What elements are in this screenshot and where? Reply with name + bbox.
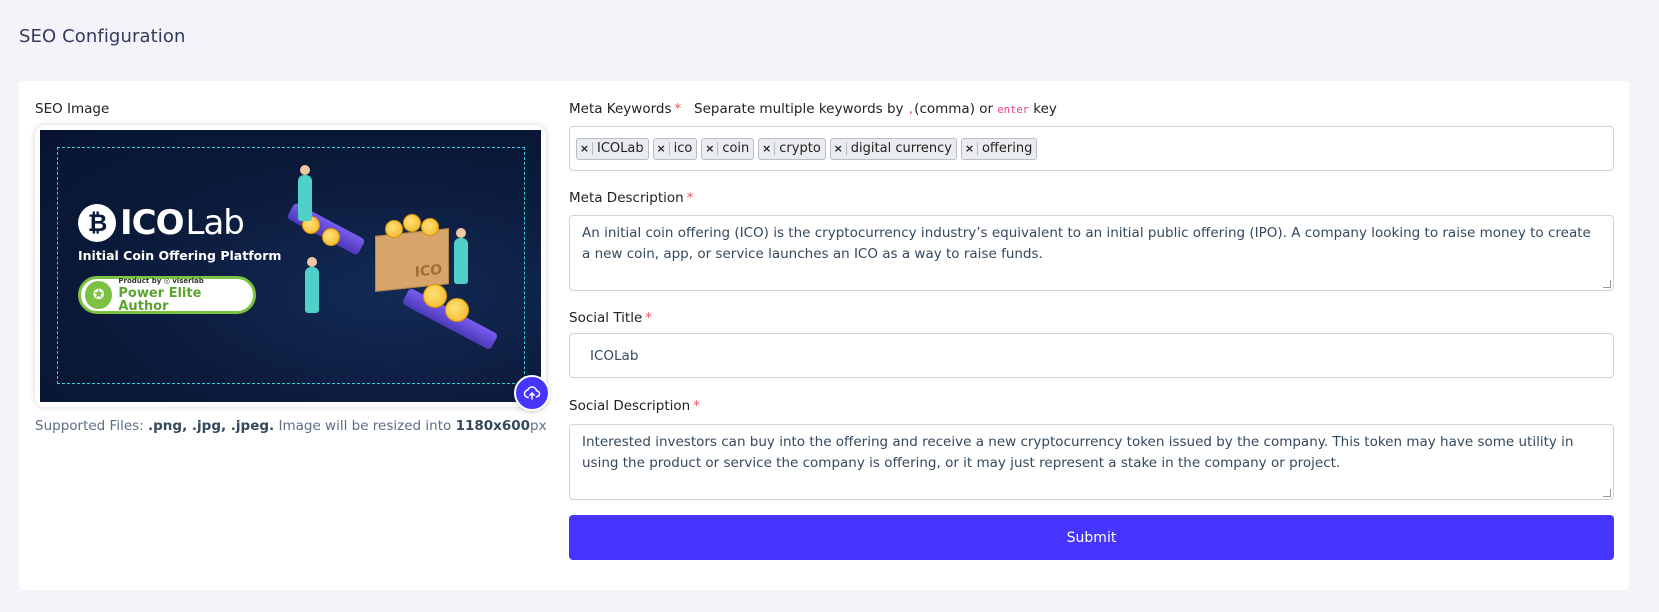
supported-files-hint: Supported Files: .png, .jpg, .jpeg. Imag… [35, 418, 547, 434]
keyword-tag: × offering [960, 137, 1038, 160]
seo-image-banner: ₿ ICO Lab Initial Coin Offering Platform … [40, 130, 541, 402]
close-icon[interactable]: × [577, 142, 593, 155]
meta-keywords-label: Meta Keywords * [569, 101, 682, 117]
page-title: SEO Configuration [19, 26, 186, 47]
banner-subtitle: Initial Coin Offering Platform [78, 248, 282, 263]
keyword-tag-label: ICOLab [597, 141, 644, 156]
bitcoin-icon: ₿ [78, 204, 116, 242]
seo-image-preview: ₿ ICO Lab Initial Coin Offering Platform … [35, 125, 546, 407]
person-illustration [305, 257, 319, 313]
cloud-upload-icon[interactable] [514, 375, 550, 411]
resize-handle[interactable] [1603, 280, 1611, 288]
meta-description-label: Meta Description * [569, 190, 694, 206]
gold-coin-icon [445, 298, 469, 322]
keyword-tag: × ICOLab [576, 137, 649, 160]
keyword-tag-label: ico [673, 141, 693, 156]
close-icon[interactable]: × [759, 142, 776, 155]
keyword-tag-label: digital currency [850, 141, 952, 156]
close-icon[interactable]: × [654, 142, 670, 155]
coin-box-illustration: ICO [375, 228, 449, 292]
person-illustration [298, 165, 312, 221]
gold-coin-icon [385, 220, 403, 238]
close-icon[interactable]: × [831, 142, 847, 155]
keyword-tag: × coin [701, 137, 755, 160]
logo-suffix: Lab [185, 203, 245, 243]
keyword-tag-label: crypto [779, 141, 821, 156]
social-description-textarea[interactable]: Interested investors can buy into the of… [569, 424, 1614, 500]
meta-description-textarea[interactable]: An initial coin offering (ICO) is the cr… [569, 215, 1614, 291]
person-illustration [454, 228, 468, 284]
gold-coin-icon [322, 228, 340, 246]
gold-coin-icon [423, 284, 447, 308]
badge-big-text: Power Elite Author [118, 285, 202, 314]
close-icon[interactable]: × [962, 142, 978, 155]
badge-small-text: Product by ◎ viserlab [118, 276, 204, 285]
social-title-input[interactable]: ICOLab [569, 333, 1614, 378]
gold-coin-icon [403, 214, 421, 232]
close-icon[interactable]: × [702, 142, 719, 155]
elite-author-badge: ✪ Product by ◎ viserlab Power Elite Auth… [78, 276, 256, 314]
resize-handle[interactable] [1603, 489, 1611, 497]
social-title-label: Social Title * [569, 310, 652, 326]
keyword-tag-label: coin [722, 141, 750, 156]
seal-icon: ✪ [85, 281, 113, 309]
keyword-tag-label: offering [981, 141, 1033, 156]
keyword-tag: × digital currency [829, 137, 957, 160]
gold-coin-icon [421, 218, 439, 236]
meta-keywords-input[interactable]: × ICOLab × ico × coin × crypto × digital currency… [569, 126, 1614, 171]
logo-prefix: ICO [120, 203, 185, 243]
keyword-tag: × ico [652, 137, 698, 160]
keyword-tag: × crypto [758, 137, 826, 160]
meta-keywords-hint: Separate multiple keywords by ,(comma) o… [694, 101, 1057, 117]
banner-logo: ₿ ICO Lab [78, 203, 245, 243]
seo-image-label: SEO Image [35, 101, 110, 117]
social-description-label: Social Description * [569, 398, 700, 414]
submit-button[interactable]: Submit [569, 515, 1614, 560]
